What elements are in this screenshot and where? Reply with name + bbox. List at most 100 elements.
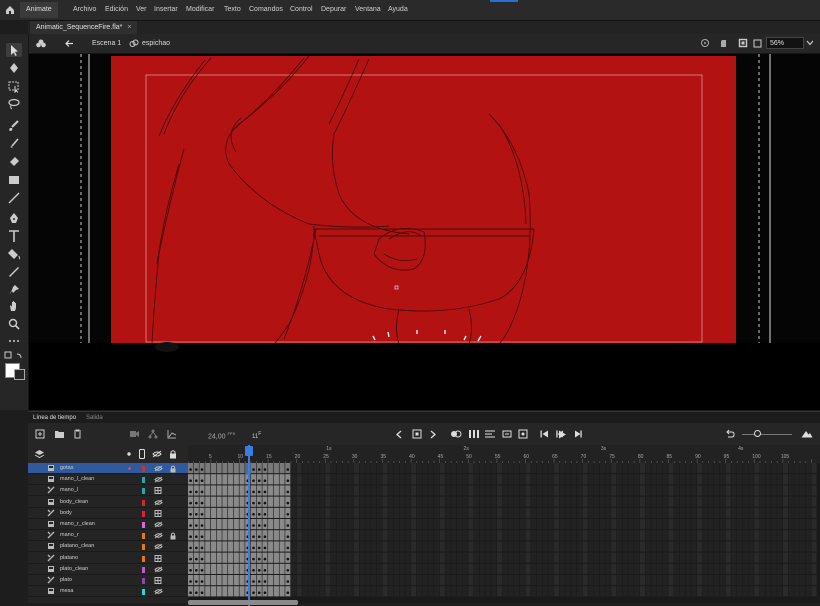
edit-symbols-icon[interactable] [36, 39, 46, 48]
lock-icon[interactable] [170, 532, 176, 540]
zoom-input[interactable]: 56% [766, 37, 804, 49]
menu-modificar[interactable]: Modificar [186, 0, 214, 20]
hide-layers-icon[interactable] [152, 450, 162, 458]
layer-row[interactable]: mano_l [28, 485, 188, 497]
new-folder-icon[interactable] [54, 429, 65, 439]
visibility-hidden-icon[interactable] [154, 465, 163, 472]
outline-grid-icon[interactable] [154, 577, 163, 584]
center-stage-icon[interactable] [700, 38, 710, 48]
layer-row[interactable]: mesa [28, 586, 188, 598]
layer-row[interactable]: plato_clean [28, 564, 188, 575]
layer-row[interactable]: platano_clean [28, 541, 188, 553]
menu-ventana[interactable]: Ventana [355, 0, 381, 20]
selection-tool-icon[interactable] [6, 43, 22, 57]
undo-zoom-icon[interactable] [725, 429, 735, 439]
visibility-hidden-icon[interactable] [154, 476, 163, 483]
onion-skin-icon[interactable] [450, 429, 462, 439]
menu-depurar[interactable]: Depurar [321, 0, 346, 20]
frames-grid[interactable] [188, 463, 820, 603]
outline-grid-icon[interactable] [154, 487, 163, 495]
layer-row[interactable]: platano [28, 553, 188, 564]
stage[interactable] [29, 54, 820, 410]
document-tab[interactable]: Animatic_SequenceFire.fla* × [30, 21, 138, 35]
visibility-hidden-icon[interactable] [154, 499, 163, 506]
current-frame-display[interactable]: 11F [252, 431, 261, 440]
timeline-zoom-handle[interactable] [754, 430, 761, 437]
clip-stage-icon[interactable] [738, 38, 748, 48]
next-frame-chevron-icon[interactable] [430, 430, 436, 439]
layer-color-swatch[interactable] [142, 555, 145, 562]
playhead[interactable] [248, 445, 250, 606]
stroke-color-swatch[interactable] [14, 369, 25, 380]
layer-row[interactable]: body_clean [28, 497, 188, 508]
line-tool-icon[interactable] [6, 191, 22, 205]
swap-colors-icon[interactable] [4, 351, 26, 361]
graph-icon[interactable] [167, 429, 177, 439]
visibility-hidden-icon[interactable] [154, 566, 163, 573]
new-layer-icon[interactable] [35, 429, 45, 439]
play-icon[interactable] [558, 430, 567, 439]
fit-stage-icon[interactable] [753, 39, 762, 48]
visibility-hidden-icon[interactable] [154, 588, 163, 595]
edit-multiple-frames-icon[interactable] [468, 429, 480, 439]
layer-color-swatch[interactable] [142, 466, 145, 472]
layer-color-swatch[interactable] [142, 544, 145, 551]
brush-tool-icon[interactable] [6, 119, 22, 133]
free-transform-tool-icon[interactable] [6, 79, 22, 94]
back-arrow-icon[interactable] [65, 39, 74, 48]
layer-color-swatch[interactable] [142, 477, 145, 484]
lock-icon[interactable] [170, 465, 176, 473]
scene-breadcrumb[interactable]: Escena 1 [92, 34, 121, 53]
highlight-layers-icon[interactable] [127, 452, 131, 456]
pin-tool-icon[interactable] [6, 283, 22, 297]
text-tool-icon[interactable] [6, 229, 22, 243]
zoom-tool-icon[interactable] [6, 317, 22, 331]
paint-bucket-tool-icon[interactable] [6, 247, 22, 261]
frame-center-icon[interactable] [484, 429, 496, 439]
stage-canvas[interactable] [29, 54, 820, 410]
outline-grid-icon[interactable] [154, 509, 163, 517]
hand-tool-icon[interactable] [6, 299, 22, 313]
rectangle-tool-icon[interactable] [6, 173, 22, 187]
layer-color-swatch[interactable] [142, 522, 145, 528]
menu-comandos[interactable]: Comandos [249, 0, 283, 20]
menu-texto[interactable]: Texto [224, 0, 241, 20]
layer-color-swatch[interactable] [142, 488, 145, 495]
frames-canvas[interactable] [188, 463, 820, 603]
lasso-tool-icon[interactable] [6, 97, 22, 111]
insert-keyframe-icon[interactable] [412, 429, 422, 439]
playhead-handle[interactable] [245, 446, 253, 456]
subselection-tool-icon[interactable] [6, 61, 22, 75]
home-icon[interactable] [4, 4, 16, 16]
paint-brush-tool-icon[interactable] [6, 137, 22, 151]
pen-tool-icon[interactable] [6, 211, 22, 225]
visibility-hidden-icon[interactable] [154, 521, 163, 528]
visibility-hidden-icon[interactable] [154, 532, 163, 539]
horizontal-scrollbar[interactable] [188, 600, 298, 605]
eraser-tool-icon[interactable] [6, 155, 22, 169]
layer-color-swatch[interactable] [142, 578, 145, 584]
menu-insertar[interactable]: Insertar [154, 0, 178, 20]
menu-ayuda[interactable]: Ayuda [388, 0, 408, 20]
menu-edicion[interactable]: Edición [105, 0, 128, 20]
prev-frame-chevron-icon[interactable] [396, 430, 402, 439]
layer-row[interactable]: gotas [28, 463, 188, 474]
visibility-hidden-icon[interactable] [154, 543, 163, 550]
workspace-button[interactable]: Animate [20, 2, 58, 18]
layer-color-swatch[interactable] [142, 510, 145, 517]
menu-ver[interactable]: Ver [136, 0, 147, 20]
layer-color-swatch[interactable] [142, 533, 145, 540]
more-tools-icon[interactable] [6, 334, 22, 348]
insert-blank-keyframe-icon[interactable] [518, 429, 528, 439]
layer-row[interactable]: mano_r_clean [28, 519, 188, 530]
layer-parenting-icon[interactable] [148, 429, 158, 439]
layer-color-swatch[interactable] [142, 589, 145, 596]
layer-color-swatch[interactable] [142, 566, 145, 573]
step-forward-icon[interactable] [574, 430, 582, 438]
layer-row[interactable]: mano_r [28, 530, 188, 542]
menu-archivo[interactable]: Archivo [73, 0, 96, 20]
lock-layers-icon[interactable] [169, 449, 177, 459]
fps-display[interactable]: 24,00 FPS [208, 431, 235, 440]
close-tab-icon[interactable]: × [127, 24, 131, 31]
layer-row[interactable]: body [28, 508, 188, 519]
